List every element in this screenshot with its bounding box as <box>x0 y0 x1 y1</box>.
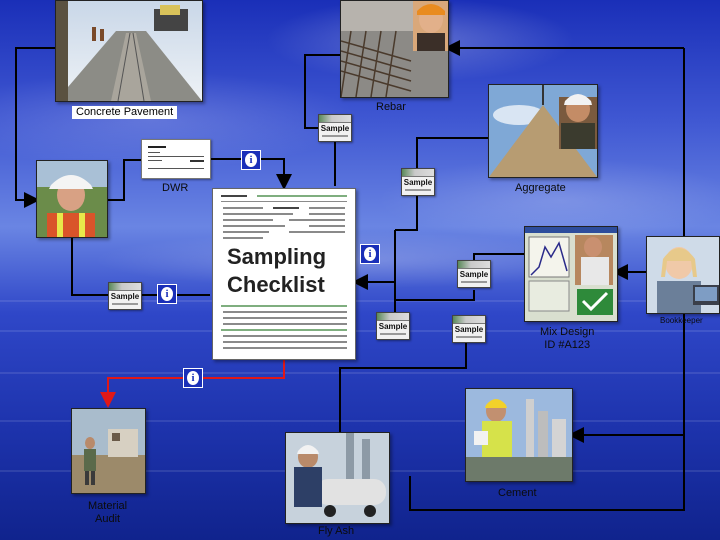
checklist-title: Sampling Checklist <box>227 243 326 299</box>
concrete-pavement-photo <box>55 0 203 102</box>
dwr-label: DWR <box>162 182 189 194</box>
sample-tag-label: Sample <box>403 178 433 187</box>
material-audit-photo <box>71 408 146 494</box>
bookkeeper-photo <box>646 236 720 314</box>
info-icon: i <box>157 284 177 304</box>
aggregate-photo <box>488 84 598 178</box>
connector-cement-sample <box>339 341 467 432</box>
connector-aggregate <box>416 137 488 168</box>
material-audit-label-line1: Material <box>88 500 128 512</box>
info-icon: i <box>183 368 203 388</box>
sample-tag-label: Sample <box>320 124 350 133</box>
sample-tag-icon: Sample <box>452 315 486 343</box>
info-glyph: i <box>161 287 173 301</box>
sample-tag-label: Sample <box>459 270 489 279</box>
cement-label: Cement <box>498 487 537 499</box>
bookkeeper-label: Bookkeeper <box>660 316 703 325</box>
connector-worker-sample <box>71 236 110 296</box>
checklist-title-line2: Checklist <box>227 272 325 297</box>
sample-tag-label: Sample <box>454 325 484 334</box>
checklist-title-line1: Sampling <box>227 244 327 269</box>
info-glyph: i <box>187 371 199 385</box>
info-icon: i <box>241 150 261 170</box>
rebar-label: Rebar <box>376 101 406 113</box>
fly-ash-photo <box>285 432 390 524</box>
mix-design-label-line2: ID #A123 <box>544 339 591 351</box>
mix-design-photo <box>524 226 618 322</box>
sample-tag-icon: Sample <box>108 282 142 310</box>
sample-tag-icon: Sample <box>457 260 491 288</box>
sampling-checklist-document: Sampling Checklist <box>212 188 356 360</box>
concrete-pavement-label: Concrete Pavement <box>72 106 178 119</box>
rebar-photo <box>340 0 449 98</box>
info-icon: i <box>360 244 380 264</box>
sample-tag-icon: Sample <box>318 114 352 142</box>
info-glyph: i <box>245 153 257 167</box>
sample-tag-label: Sample <box>110 292 140 301</box>
connector-aggregate-down <box>395 196 418 231</box>
fly-ash-label: Fly Ash <box>318 525 355 537</box>
sample-tag-icon: Sample <box>376 312 410 340</box>
sample-tag-label: Sample <box>378 322 408 331</box>
dwr-form-thumbnail <box>141 139 211 179</box>
field-inspector-photo <box>36 160 108 238</box>
cement-photo <box>465 388 573 482</box>
aggregate-label: Aggregate <box>515 182 566 194</box>
info-glyph: i <box>364 247 376 261</box>
material-audit-label-line2: Audit <box>95 513 121 525</box>
mix-design-label-line1: Mix Design <box>540 326 595 338</box>
connector-worker-dwr <box>106 159 141 201</box>
sample-tag-icon: Sample <box>401 168 435 196</box>
connector-mixdesign-sample <box>395 290 475 301</box>
mix-design-label: Mix Design ID #A123 <box>540 326 594 352</box>
material-audit-label: Material Audit <box>88 500 127 526</box>
